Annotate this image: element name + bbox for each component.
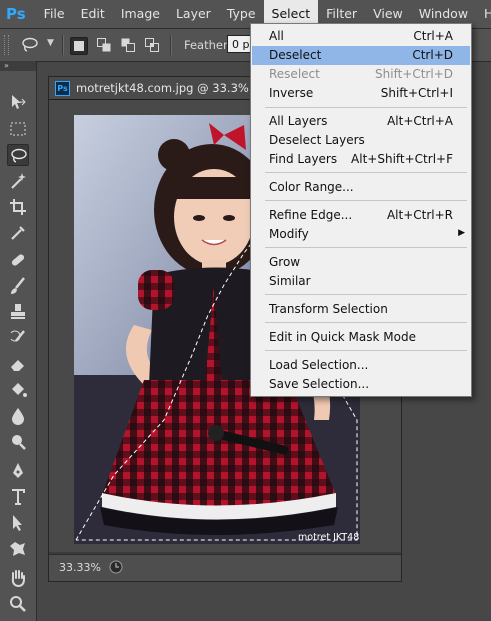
divider bbox=[62, 35, 64, 55]
chevron-down-icon[interactable]: ▼ bbox=[47, 38, 54, 48]
menu-item-find-layers[interactable]: Find Layers Alt+Shift+Ctrl+F bbox=[252, 150, 470, 169]
menu-item-quick-mask[interactable]: Edit in Quick Mask Mode bbox=[252, 328, 470, 347]
tools-collapse-icon[interactable]: » bbox=[0, 61, 36, 71]
menu-item-transform-selection[interactable]: Transform Selection bbox=[252, 300, 470, 319]
submenu-arrow-icon: ▶ bbox=[458, 228, 465, 238]
divider bbox=[170, 35, 172, 55]
photoshop-logo: Ps bbox=[6, 5, 26, 23]
document-title: motretjkt48.com.jpg @ 33.3% (Ba bbox=[76, 81, 272, 95]
shape-icon[interactable] bbox=[7, 538, 29, 560]
menu-file[interactable]: File bbox=[36, 0, 73, 28]
intersect-selection-icon[interactable] bbox=[144, 37, 160, 53]
hand-icon[interactable] bbox=[7, 567, 29, 589]
healing-brush-icon[interactable] bbox=[7, 249, 29, 271]
zoom-icon[interactable] bbox=[7, 593, 29, 615]
menu-item-refine-edge[interactable]: Refine Edge... Alt+Ctrl+R bbox=[252, 206, 470, 225]
subtract-from-selection-icon[interactable] bbox=[120, 37, 136, 53]
menu-separator bbox=[265, 172, 467, 173]
menu-edit[interactable]: Edit bbox=[73, 0, 113, 28]
menu-separator bbox=[265, 107, 467, 108]
blur-icon[interactable] bbox=[7, 405, 29, 427]
add-to-selection-icon[interactable] bbox=[96, 37, 112, 53]
lasso-icon[interactable] bbox=[7, 144, 29, 166]
options-bar-grip[interactable] bbox=[4, 35, 9, 55]
move-icon[interactable] bbox=[7, 91, 29, 113]
menu-item-save-selection[interactable]: Save Selection... bbox=[252, 375, 470, 394]
menu-item-inverse[interactable]: Inverse Shift+Ctrl+I bbox=[252, 84, 470, 103]
menu-item-grow[interactable]: Grow bbox=[252, 253, 470, 272]
menu-item-deselect-layers[interactable]: Deselect Layers bbox=[252, 131, 470, 150]
menu-item-similar[interactable]: Similar bbox=[252, 272, 470, 291]
menu-image[interactable]: Image bbox=[113, 0, 168, 28]
menu-separator bbox=[265, 200, 467, 201]
status-info-icon[interactable] bbox=[109, 560, 123, 574]
menu-separator bbox=[265, 247, 467, 248]
menu-separator bbox=[265, 322, 467, 323]
photo-watermark: motret JKT48 bbox=[298, 532, 359, 543]
menu-item-color-range[interactable]: Color Range... bbox=[252, 178, 470, 197]
menu-item-load-selection[interactable]: Load Selection... bbox=[252, 356, 470, 375]
path-selection-icon[interactable] bbox=[7, 512, 29, 534]
dodge-icon[interactable] bbox=[7, 431, 29, 453]
menu-separator bbox=[265, 294, 467, 295]
marquee-icon[interactable] bbox=[7, 118, 29, 140]
menu-item-reselect: Reselect Shift+Ctrl+D bbox=[269, 67, 453, 81]
crop-icon[interactable] bbox=[7, 196, 29, 218]
brush-icon[interactable] bbox=[7, 275, 29, 297]
menu-item-modify[interactable]: Modify ▶ bbox=[252, 225, 470, 244]
tools-panel: » bbox=[0, 61, 37, 621]
pen-icon[interactable] bbox=[7, 460, 29, 482]
new-selection-mode-icon[interactable] bbox=[70, 37, 88, 55]
menu-separator bbox=[265, 350, 467, 351]
menu-layer[interactable]: Layer bbox=[168, 0, 219, 28]
type-icon[interactable] bbox=[7, 486, 29, 508]
feather-label: Feather: bbox=[184, 38, 232, 52]
menu-item-all-layers[interactable]: All Layers Alt+Ctrl+A bbox=[252, 112, 470, 131]
paint-bucket-icon[interactable] bbox=[7, 379, 29, 401]
magic-wand-icon[interactable] bbox=[7, 170, 29, 192]
ps-file-icon: Ps bbox=[55, 80, 70, 96]
clone-stamp-icon[interactable] bbox=[7, 301, 29, 323]
status-bar: 33.33% bbox=[49, 554, 401, 581]
lasso-preset-icon[interactable] bbox=[20, 36, 40, 54]
menu-item-deselect[interactable]: Deselect Ctrl+D bbox=[252, 46, 470, 65]
eraser-icon[interactable] bbox=[7, 353, 29, 375]
history-brush-icon[interactable] bbox=[7, 327, 29, 349]
eyedropper-icon[interactable] bbox=[7, 222, 29, 244]
select-menu-dropdown: All Ctrl+A Deselect Ctrl+D Reselect Shift+C… bbox=[250, 23, 472, 397]
document-tab[interactable]: Ps motretjkt48.com.jpg @ 33.3% (Ba bbox=[49, 77, 280, 99]
menu-help[interactable]: Help bbox=[476, 0, 491, 28]
menu-item-all[interactable]: All Ctrl+A bbox=[252, 27, 470, 46]
zoom-level[interactable]: 33.33% bbox=[59, 561, 101, 574]
